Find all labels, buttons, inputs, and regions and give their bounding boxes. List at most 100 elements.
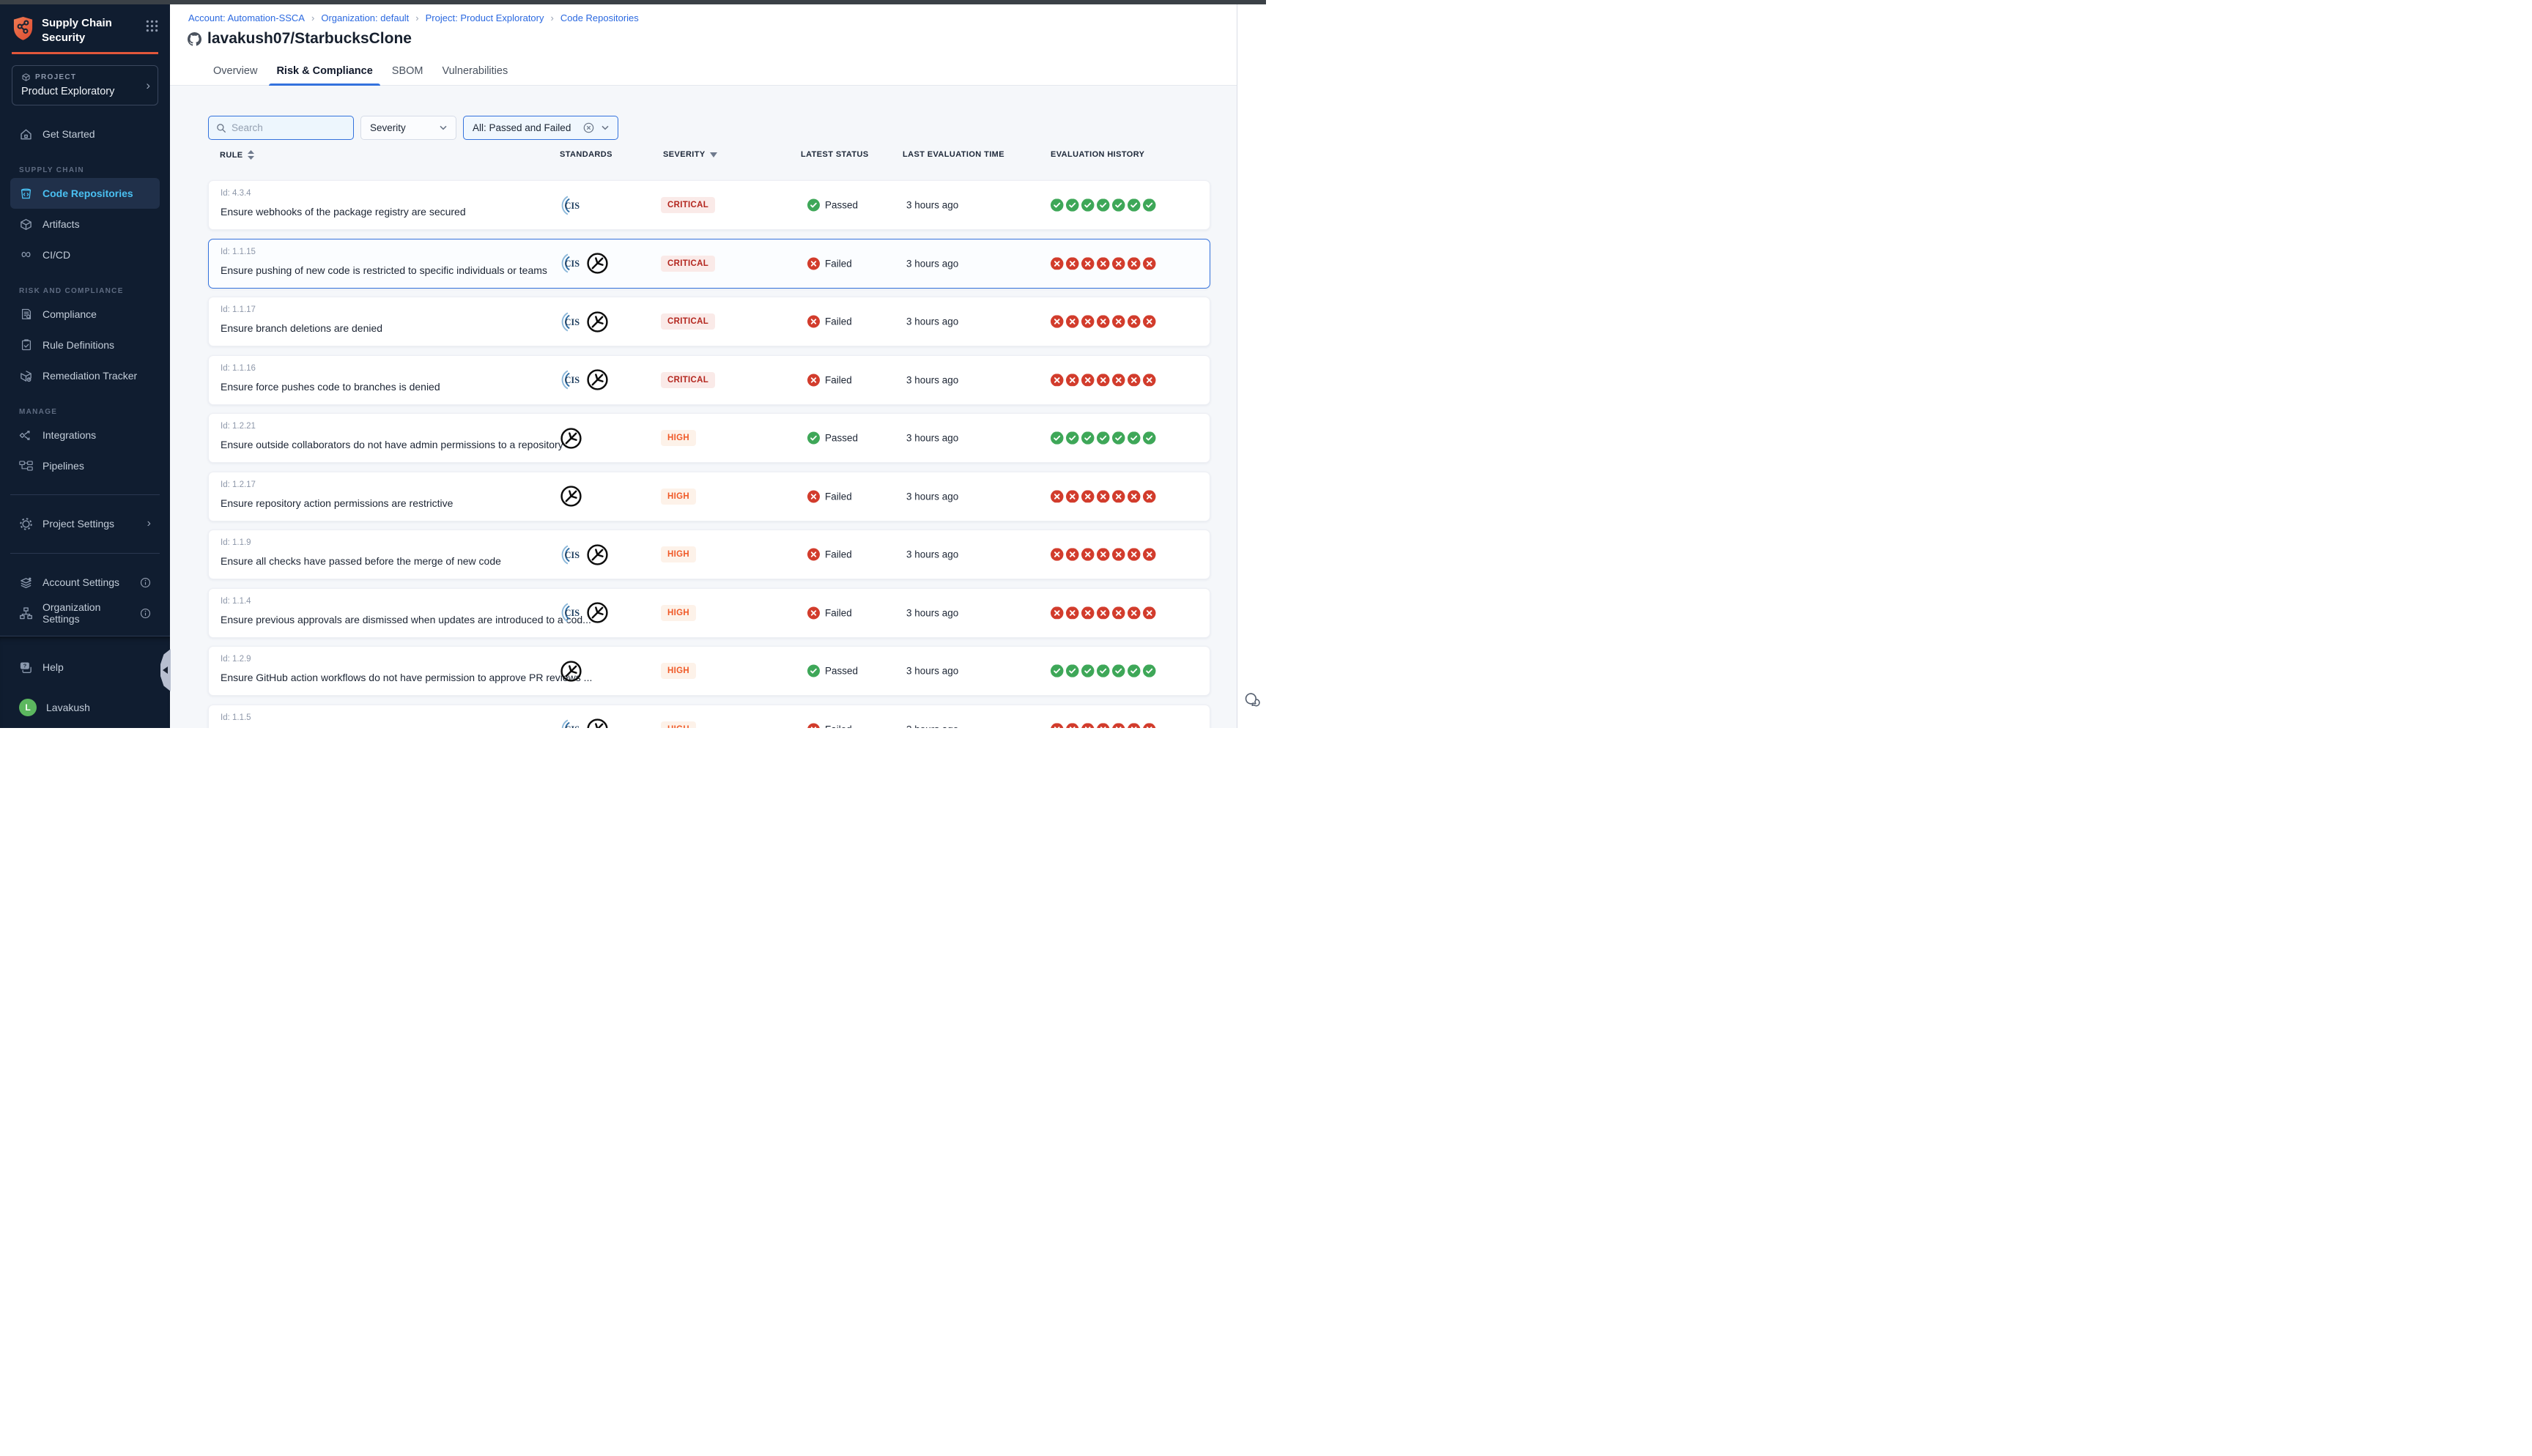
latest-status: Failed [807, 723, 852, 728]
user-avatar: L [19, 699, 37, 716]
sidebar-user[interactable]: L Lavakush [10, 692, 160, 723]
latest-status: Failed [807, 374, 852, 386]
sort-icon[interactable] [248, 150, 254, 160]
history-check-icon [1097, 664, 1110, 677]
sidebar-item-account-settings[interactable]: Account Settings [10, 567, 160, 598]
rule-id: Id: 1.1.17 [221, 305, 256, 314]
evaluation-time: 3 hours ago [906, 258, 958, 269]
search-input[interactable] [232, 122, 346, 133]
breadcrumb-code-repositories[interactable]: Code Repositories [560, 12, 639, 23]
standards-icons [559, 647, 583, 695]
history-x-icon [1143, 315, 1156, 328]
owasp-standard-icon [559, 659, 583, 683]
info-icon[interactable] [140, 608, 151, 619]
sidebar-item-get-started[interactable]: Get Started [10, 119, 160, 149]
table-row[interactable]: Id: 1.1.5 HIGH Failed 3 hours ago [208, 705, 1210, 729]
table-row[interactable]: Id: 4.3.4 Ensure webhooks of the package… [208, 180, 1210, 230]
rule-description: Ensure repository action permissions are… [221, 497, 453, 509]
sidebar-item-cicd[interactable]: ∞ CI/CD [10, 239, 160, 270]
sidebar-item-label: Help [42, 661, 64, 673]
history-x-icon [1128, 315, 1141, 328]
latest-status: Failed [807, 549, 852, 561]
sidebar-item-label: Project Settings [42, 518, 114, 530]
column-rule[interactable]: RULE [220, 150, 254, 160]
chat-support-icon[interactable] [1243, 691, 1261, 709]
cis-standard-icon [559, 310, 583, 334]
page-title: lavakush07/StarbucksClone [207, 30, 412, 48]
status-label: Passed [825, 433, 858, 444]
sidebar-item-project-settings[interactable]: Project Settings › [10, 508, 160, 539]
table-row[interactable]: Id: 1.1.17 Ensure branch deletions are d… [208, 297, 1210, 346]
rule-id: Id: 4.3.4 [221, 189, 251, 198]
table-row[interactable]: Id: 1.1.4 Ensure previous approvals are … [208, 588, 1210, 638]
history-x-icon [1051, 315, 1064, 328]
home-icon [19, 127, 33, 141]
severity-badge: HIGH [661, 663, 696, 679]
info-icon[interactable] [140, 577, 151, 588]
status-filter[interactable]: All: Passed and Failed [463, 116, 618, 140]
sidebar-item-help[interactable]: ? Help [10, 652, 160, 683]
breadcrumb-organization[interactable]: Organization: default [321, 12, 409, 23]
table-row[interactable]: Id: 1.1.9 Ensure all checks have passed … [208, 530, 1210, 579]
history-x-icon [1128, 257, 1141, 270]
github-icon [188, 32, 201, 46]
status-label: Failed [825, 316, 852, 327]
history-x-icon [1128, 548, 1141, 561]
severity-badge: HIGH [661, 430, 696, 446]
standards-icons [559, 589, 610, 637]
tab-vulnerabilities[interactable]: Vulnerabilities [432, 56, 517, 86]
sidebar: Supply Chain Security PROJECT Product Ex… [0, 4, 170, 728]
evaluation-history [1051, 431, 1156, 445]
sidebar-item-code-repositories[interactable]: Code Repositories [10, 178, 160, 209]
latest-status: Failed [807, 606, 852, 619]
table-row[interactable]: Id: 1.1.15 Ensure pushing of new code is… [208, 239, 1210, 289]
app-title: Supply Chain Security [42, 15, 138, 45]
sidebar-item-artifacts[interactable]: Artifacts [10, 209, 160, 239]
sidebar-item-label: CI/CD [42, 249, 70, 261]
rule-id: Id: 1.1.5 [221, 713, 251, 722]
chevron-down-icon [601, 125, 609, 130]
rule-id: Id: 1.1.4 [221, 597, 251, 606]
history-x-icon [1081, 257, 1095, 270]
app-grid-icon[interactable] [146, 20, 158, 32]
chevron-down-icon [440, 125, 447, 130]
rule-description: Ensure outside collaborators do not have… [221, 439, 563, 450]
breadcrumb-account[interactable]: Account: Automation-SSCA [188, 12, 305, 23]
tab-sbom[interactable]: SBOM [382, 56, 433, 86]
right-rail [1237, 4, 1266, 728]
history-x-icon [1051, 723, 1064, 728]
project-selector[interactable]: PROJECT Product Exploratory › [12, 65, 158, 105]
history-x-icon [1128, 374, 1141, 387]
sidebar-item-remediation-tracker[interactable]: Remediation Tracker [10, 360, 160, 391]
severity-filter[interactable]: Severity [360, 116, 456, 140]
table-row[interactable]: Id: 1.1.16 Ensure force pushes code to b… [208, 355, 1210, 405]
history-check-icon [1051, 664, 1064, 677]
sidebar-item-integrations[interactable]: Integrations [10, 420, 160, 450]
history-x-icon [1128, 723, 1141, 728]
sidebar-item-organization-settings[interactable]: Organization Settings [10, 598, 160, 628]
clear-filter-icon[interactable] [583, 122, 594, 133]
latest-status: Passed [807, 199, 858, 212]
project-label: PROJECT [35, 73, 76, 81]
table-row[interactable]: Id: 1.2.17 Ensure repository action perm… [208, 472, 1210, 521]
column-severity[interactable]: SEVERITY [663, 150, 717, 159]
tab-overview[interactable]: Overview [204, 56, 267, 86]
sidebar-item-rule-definitions[interactable]: Rule Definitions [10, 330, 160, 360]
breadcrumb-separator: › [415, 12, 418, 23]
sidebar-item-pipelines[interactable]: Pipelines [10, 450, 160, 481]
breadcrumb-project[interactable]: Project: Product Exploratory [426, 12, 544, 23]
severity-badge: CRITICAL [661, 197, 715, 213]
history-x-icon [1051, 490, 1064, 503]
history-x-icon [1112, 723, 1125, 728]
rule-id: Id: 1.2.21 [221, 422, 256, 431]
table-row[interactable]: Id: 1.2.9 Ensure GitHub action workflows… [208, 646, 1210, 696]
clipboard-check-icon [19, 338, 33, 352]
sidebar-item-label: Code Repositories [42, 187, 133, 199]
evaluation-time: 3 hours ago [906, 374, 958, 385]
sort-desc-icon[interactable] [710, 152, 717, 157]
table-row[interactable]: Id: 1.2.21 Ensure outside collaborators … [208, 413, 1210, 463]
evaluation-history [1051, 490, 1156, 503]
help-chat-icon: ? [19, 661, 33, 675]
tab-risk-compliance[interactable]: Risk & Compliance [267, 56, 382, 86]
sidebar-item-compliance[interactable]: Compliance [10, 299, 160, 330]
